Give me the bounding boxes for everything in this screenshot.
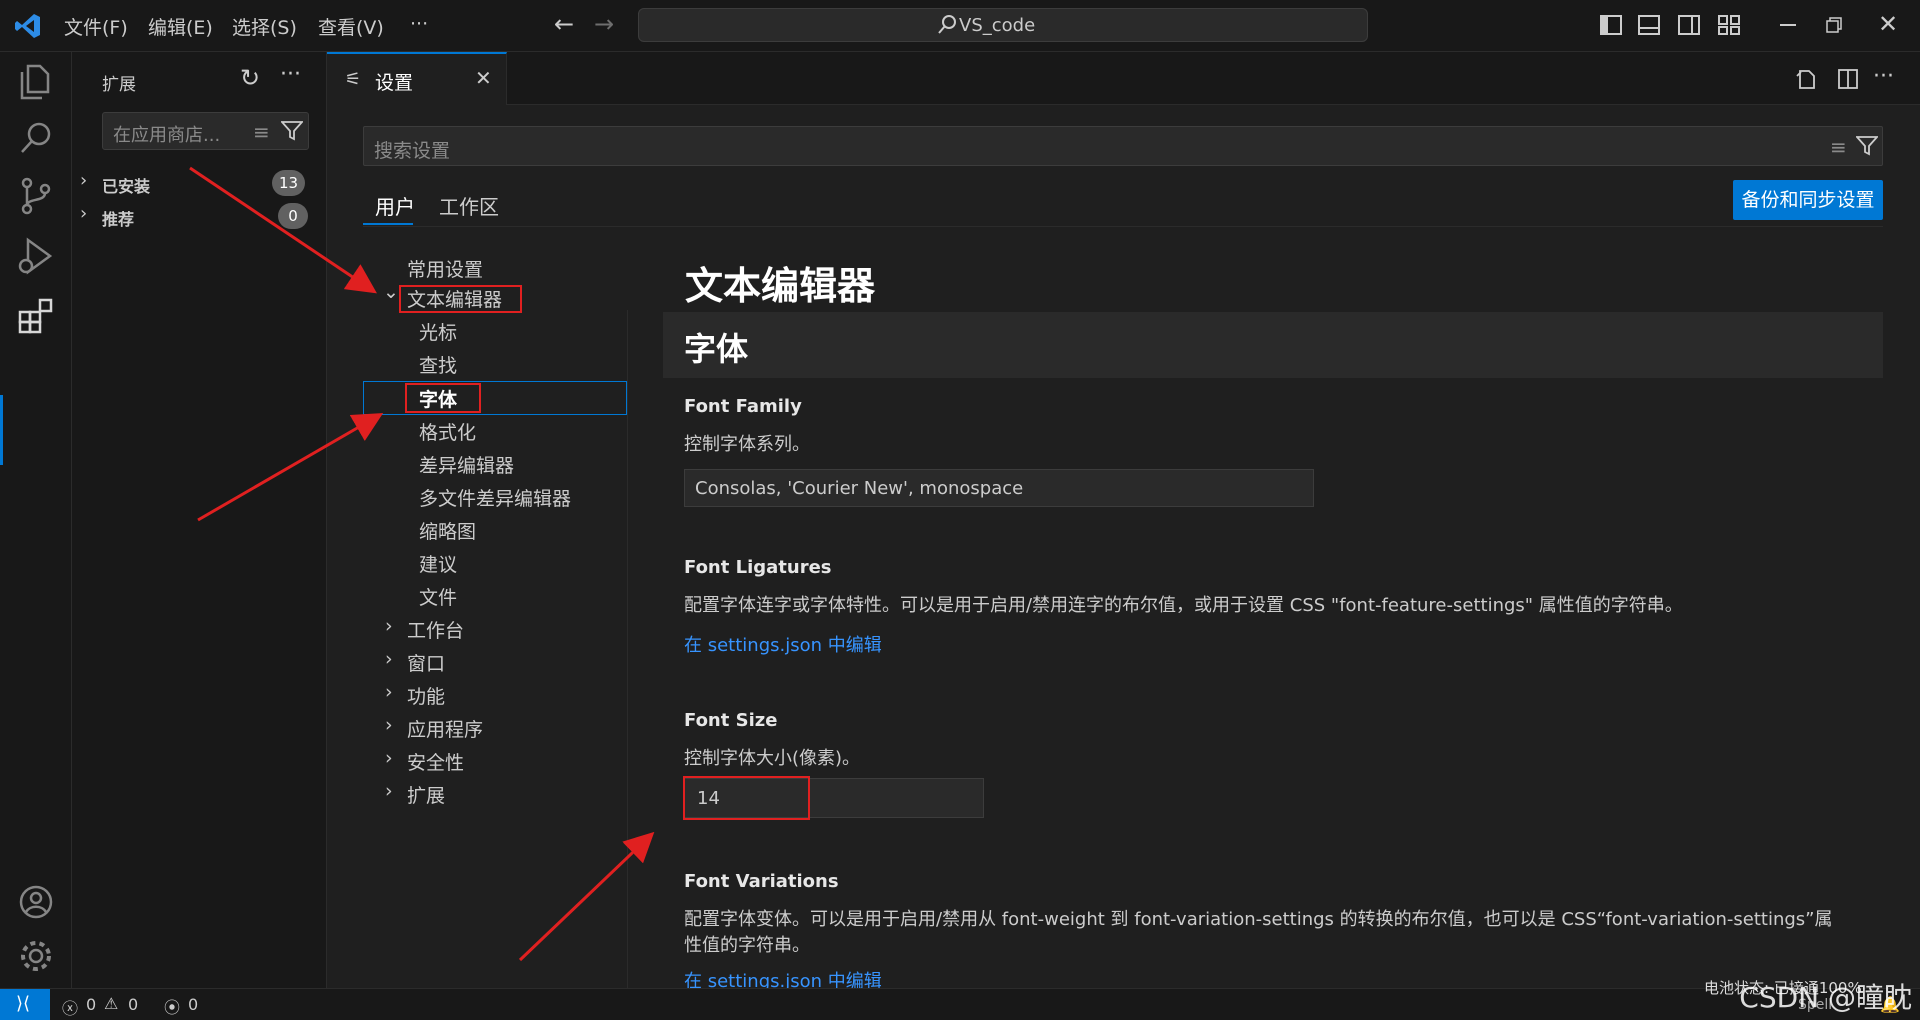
remote-indicator[interactable]: ⟩⟨ [0, 989, 50, 1020]
arrow-to-font-size [518, 831, 655, 962]
watermark: CSDN @瞳眈 [1739, 981, 1912, 1014]
arrow-to-text-editor [189, 166, 377, 294]
remote-icon: ⟩⟨ [16, 993, 31, 1014]
error-count[interactable]: 0 [86, 995, 96, 1014]
warning-count[interactable]: 0 [128, 995, 138, 1014]
arrow-to-font [197, 412, 384, 522]
error-icon[interactable]: ⓧ [62, 995, 78, 1019]
ports-icon[interactable]: ⦿ [164, 994, 180, 1018]
ports-count[interactable]: 0 [188, 995, 198, 1014]
annotation-arrows [189, 166, 655, 962]
status-bar: ⟩⟨ ⓧ 0 ⚠ 0 ⦿ 0 电池状态: 已接通100% Spell 🔔 [0, 979, 1920, 1020]
warning-icon[interactable]: ⚠ [104, 994, 118, 1013]
